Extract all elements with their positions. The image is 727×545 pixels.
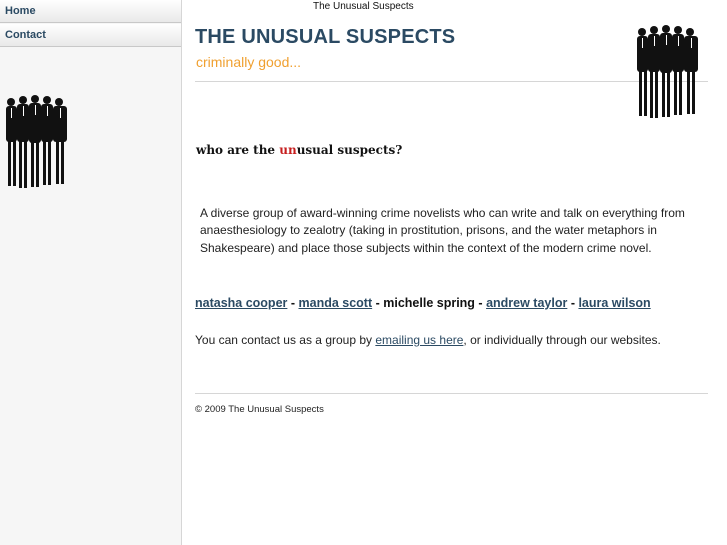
intro-heading: who are the unusual suspects? — [196, 143, 402, 157]
footer-divider — [195, 393, 708, 394]
question-suffix: usual suspects? — [296, 143, 403, 157]
author-separator: - — [567, 296, 579, 310]
author-link-natasha-cooper[interactable]: natasha cooper — [195, 296, 287, 310]
top-caption: The Unusual Suspects — [313, 1, 414, 12]
authors-list: natasha cooper - manda scott - michelle … — [195, 296, 651, 310]
email-link[interactable]: emailing us here — [375, 333, 463, 347]
contact-text: You can contact us as a group by emailin… — [195, 333, 661, 347]
suspects-silhouette-icon — [6, 95, 67, 188]
site-title: THE UNUSUAL SUSPECTS — [195, 26, 456, 48]
question-highlight: un — [279, 143, 297, 157]
logo-silhouette-icon — [637, 25, 698, 118]
contact-prefix: You can contact us as a group by — [195, 333, 376, 347]
question-prefix: who are the — [196, 143, 280, 157]
author-michelle-spring: michelle spring — [383, 296, 475, 310]
nav-contact-link[interactable]: Contact — [0, 24, 181, 47]
nav-home-link[interactable]: Home — [0, 0, 181, 23]
sidebar: Home Contact — [0, 0, 182, 545]
intro-description: A diverse group of award-winning crime n… — [200, 206, 685, 255]
author-link-manda-scott[interactable]: manda scott — [299, 296, 373, 310]
author-link-laura-wilson[interactable]: laura wilson — [578, 296, 650, 310]
site-tagline: criminally good... — [196, 54, 302, 70]
header-divider — [195, 81, 708, 82]
contact-suffix: , or individually through our websites. — [463, 333, 661, 347]
author-separator: - — [474, 296, 487, 310]
footer-copyright: © 2009 The Unusual Suspects — [195, 404, 324, 415]
author-link-andrew-taylor[interactable]: andrew taylor — [486, 296, 567, 310]
author-separator: - — [287, 296, 299, 310]
author-separator: - — [372, 296, 384, 310]
